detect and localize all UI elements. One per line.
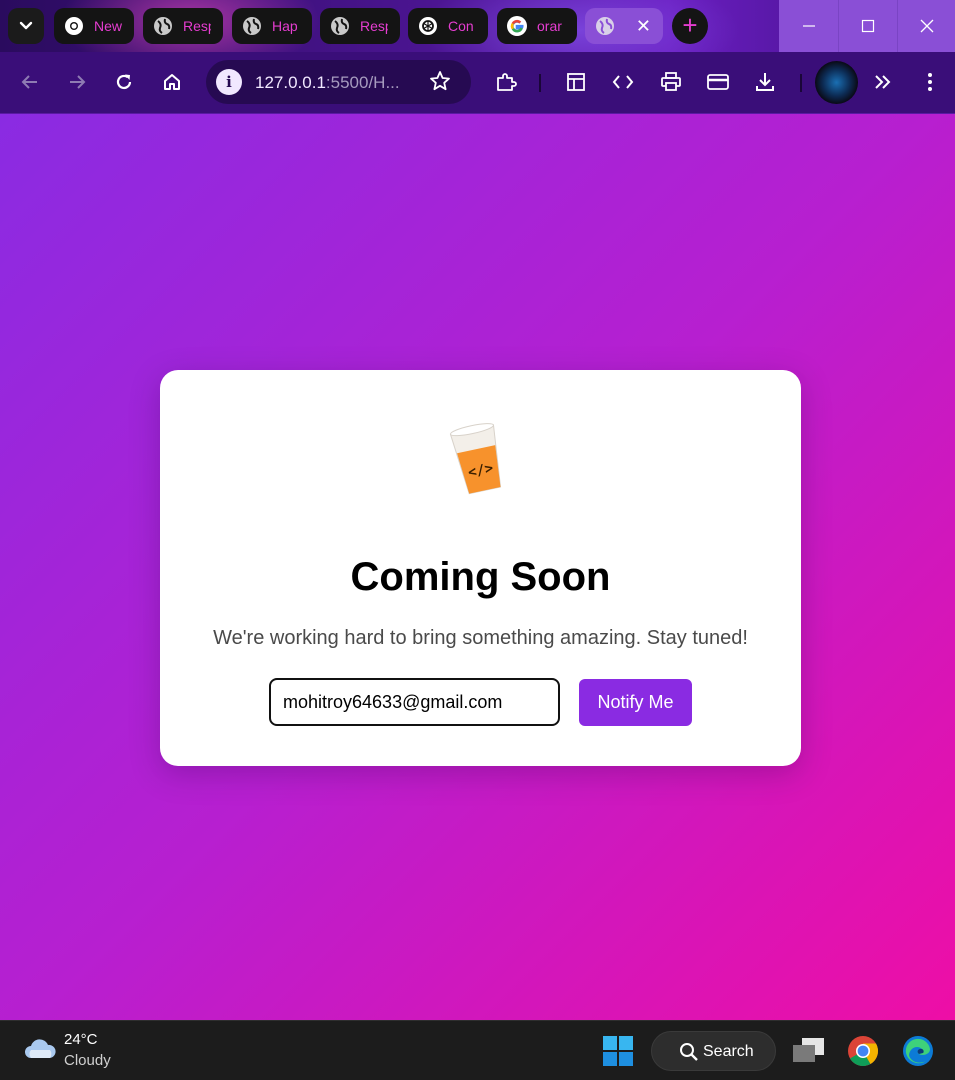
back-icon[interactable] [18,70,42,94]
tab-new[interactable]: New [54,8,134,44]
reload-icon[interactable] [112,70,136,94]
taskbar-search-button[interactable]: Search [651,1031,776,1071]
close-window-button[interactable] [897,0,955,52]
download-icon[interactable] [753,70,777,94]
chatgpt-icon [418,16,438,36]
page-title: Coming Soon [350,555,611,599]
minimize-icon [802,25,815,27]
tab-label: orar [537,18,562,34]
search-icon [680,1043,698,1061]
print-icon[interactable] [659,70,683,94]
site-info-icon[interactable]: i [216,69,242,95]
tab-orar[interactable]: orar [497,8,577,44]
card-icon[interactable] [706,70,730,94]
browser-toolbar: i 127.0.0.1:5500/H... [0,52,955,113]
url-path: :5500/H... [325,73,400,92]
tab-search-button[interactable] [8,8,44,44]
weather-condition: Cloudy [64,1052,111,1069]
chrome-icon [64,16,84,36]
tab-label: Con [448,18,474,34]
layout-icon[interactable] [564,70,588,94]
maximize-icon [861,19,875,33]
chrome-taskbar-icon[interactable] [847,1035,879,1067]
edge-taskbar-icon[interactable] [902,1035,934,1067]
email-field[interactable] [269,678,560,726]
tab-label: Resp [183,18,211,34]
url-host: 127.0.0.1 [255,73,326,92]
page-subtitle: We're working hard to bring something am… [213,627,748,649]
coffee-cup-logo-icon: </> [449,423,502,495]
tab-resp-2[interactable]: Resp [320,8,400,44]
tab-con[interactable]: Con [408,8,488,44]
profile-avatar[interactable] [815,61,858,104]
tab-strip: New Resp Hap Resp Con orar ✕ + [0,0,955,52]
forward-icon[interactable] [65,70,89,94]
notify-me-button[interactable]: Notify Me [579,679,692,726]
more-tools-icon[interactable] [871,70,895,94]
tab-hap[interactable]: Hap [232,8,312,44]
cloud-icon [25,1039,56,1058]
code-icon[interactable] [611,70,635,94]
home-icon[interactable] [160,70,184,94]
close-tab-icon[interactable]: ✕ [636,16,651,36]
maximize-button[interactable] [838,0,897,52]
url-text: 127.0.0.1:5500/H... [255,73,400,93]
globe-icon [153,16,173,36]
tab-active[interactable]: ✕ [585,8,663,44]
bookmark-star-icon[interactable] [429,70,451,97]
close-icon [920,19,933,33]
new-tab-button[interactable]: + [672,8,708,44]
task-view-icon[interactable] [792,1037,826,1065]
globe-icon [330,16,350,36]
toolbar-divider [539,74,541,92]
chevron-down-icon [19,21,33,30]
weather-temperature: 24°C [64,1031,98,1048]
globe-icon [242,16,262,36]
windows-start-icon[interactable] [603,1036,633,1066]
tab-label: Resp [360,18,388,34]
windows-taskbar: 24°C Cloudy Search [0,1020,955,1080]
page-viewport: Coming Soon We're working hard to bring … [0,113,955,1020]
tab-resp-1[interactable]: Resp [143,8,223,44]
google-icon [507,16,527,36]
toolbar-divider [800,74,802,92]
address-bar[interactable]: i 127.0.0.1:5500/H... [206,60,471,104]
taskbar-search-label: Search [703,1043,754,1060]
globe-icon [595,16,615,36]
extensions-icon[interactable] [494,70,518,94]
menu-kebab-icon[interactable] [918,70,942,94]
tab-label: Hap [272,18,298,34]
minimize-button[interactable] [779,0,838,52]
tab-label: New [94,18,122,34]
